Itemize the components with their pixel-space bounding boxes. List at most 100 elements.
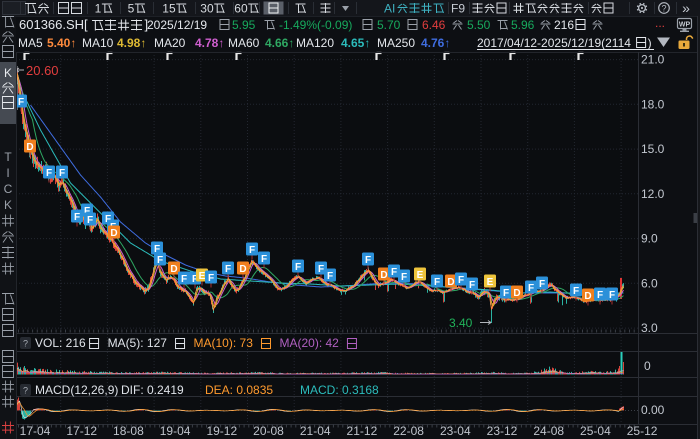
svg-text:F: F	[609, 290, 615, 301]
svg-text:F: F	[87, 215, 93, 226]
svg-text:20-08: 20-08	[253, 424, 284, 438]
svg-text:AI: AI	[384, 2, 395, 16]
svg-text:F: F	[74, 212, 80, 223]
svg-text:216: 216	[554, 18, 574, 32]
svg-text:5.40↑: 5.40↑	[47, 36, 76, 50]
svg-text:F: F	[469, 280, 475, 291]
svg-text:F: F	[528, 283, 534, 294]
svg-text:F: F	[318, 264, 324, 275]
svg-text:30: 30	[200, 2, 214, 16]
svg-text:D: D	[584, 291, 591, 302]
svg-text:F: F	[261, 254, 267, 265]
svg-text:15.0: 15.0	[641, 142, 665, 156]
svg-text:F: F	[503, 288, 509, 299]
svg-text:4.76↑: 4.76↑	[421, 36, 450, 50]
svg-text:4.98↑: 4.98↑	[117, 36, 146, 50]
svg-text:MACD: 0.3168: MACD: 0.3168	[300, 383, 379, 397]
svg-text:F: F	[401, 272, 407, 283]
svg-text:0: 0	[644, 359, 651, 373]
svg-text:T: T	[4, 150, 12, 164]
svg-text:24-08: 24-08	[533, 424, 564, 438]
svg-text:C: C	[4, 182, 13, 196]
svg-text:F: F	[327, 271, 333, 282]
svg-text:19-04: 19-04	[160, 424, 191, 438]
svg-text:2025/12/19: 2025/12/19	[147, 18, 207, 32]
svg-text:25-12: 25-12	[627, 424, 658, 438]
svg-text:I: I	[6, 166, 9, 180]
svg-text:F: F	[365, 255, 371, 266]
svg-text:F: F	[295, 262, 301, 273]
svg-text:6.0: 6.0	[641, 276, 658, 290]
svg-text:D: D	[26, 142, 33, 153]
svg-text:18.0: 18.0	[641, 97, 665, 111]
svg-text:K: K	[4, 198, 12, 212]
svg-text:F: F	[208, 273, 214, 284]
svg-text:5.70: 5.70	[377, 18, 401, 32]
svg-text:9.0: 9.0	[641, 232, 658, 246]
svg-text:MA(5): 127: MA(5): 127	[108, 336, 168, 350]
svg-text:?: ?	[23, 339, 28, 349]
svg-text:4.66↑: 4.66↑	[265, 36, 294, 50]
svg-text:DIF: 0.2419: DIF: 0.2419	[121, 383, 184, 397]
svg-text:F: F	[391, 267, 397, 278]
svg-text:MA(20): 42: MA(20): 42	[279, 336, 339, 350]
svg-text:D: D	[239, 264, 246, 275]
svg-text:F: F	[59, 168, 65, 179]
svg-text:25-04: 25-04	[580, 424, 611, 438]
svg-text:20.60: 20.60	[26, 63, 59, 78]
svg-text:D: D	[170, 264, 177, 275]
svg-text:F: F	[573, 286, 579, 297]
svg-text:0.00: 0.00	[641, 403, 665, 417]
svg-text:E: E	[417, 270, 424, 281]
svg-text:E: E	[199, 271, 206, 282]
svg-text:F: F	[157, 255, 163, 266]
svg-text:MACD(12,26,9): MACD(12,26,9)	[35, 383, 118, 397]
svg-text:WP: WP	[679, 22, 691, 29]
svg-text:601366.SH[: 601366.SH[	[19, 17, 88, 32]
svg-text:4.78↑: 4.78↑	[195, 36, 224, 50]
svg-text:17-12: 17-12	[66, 424, 97, 438]
svg-text:...: ...	[655, 16, 665, 30]
svg-text:DEA: 0.0835: DEA: 0.0835	[205, 383, 273, 397]
svg-text:MA120: MA120	[296, 36, 334, 50]
svg-text:4.65↑: 4.65↑	[341, 36, 370, 50]
svg-text:D: D	[380, 270, 387, 281]
svg-text:5.96: 5.96	[511, 18, 535, 32]
svg-text:F: F	[18, 97, 24, 108]
svg-text:F: F	[249, 245, 255, 256]
svg-text:12.0: 12.0	[641, 187, 665, 201]
svg-text:MA250: MA250	[377, 36, 415, 50]
svg-text:MA5: MA5	[18, 36, 43, 50]
svg-text:F: F	[434, 277, 440, 288]
svg-text:3.40: 3.40	[449, 316, 473, 330]
svg-text:F: F	[181, 274, 187, 285]
svg-text:F: F	[597, 290, 603, 301]
svg-text:17-04: 17-04	[20, 424, 51, 438]
svg-text:18-08: 18-08	[113, 424, 144, 438]
svg-text:E: E	[487, 277, 494, 288]
svg-text:MA(10): 73: MA(10): 73	[194, 336, 254, 350]
svg-text:): )	[648, 36, 652, 50]
svg-text:VOL: 216: VOL: 216	[35, 336, 86, 350]
svg-text:K: K	[4, 66, 12, 80]
svg-text:3.0: 3.0	[641, 321, 658, 335]
svg-text:19-12: 19-12	[206, 424, 237, 438]
svg-text:MA10: MA10	[82, 36, 114, 50]
svg-text:1: 1	[95, 2, 102, 16]
svg-text:5.95: 5.95	[232, 18, 256, 32]
svg-text:60: 60	[234, 2, 248, 16]
svg-text:F: F	[46, 168, 52, 179]
svg-text:?: ?	[23, 386, 28, 396]
svg-text:5.50: 5.50	[467, 18, 491, 32]
svg-text:21.0: 21.0	[641, 53, 665, 67]
svg-text:F: F	[225, 264, 231, 275]
svg-text:MA60: MA60	[228, 36, 260, 50]
svg-text:22-08: 22-08	[393, 424, 424, 438]
svg-text:MA20: MA20	[154, 36, 186, 50]
svg-text:D: D	[110, 228, 117, 239]
svg-text:F: F	[539, 279, 545, 290]
svg-text:2017/04/12-2025/12/19(2114: 2017/04/12-2025/12/19(2114	[477, 36, 631, 50]
svg-text:-1.49%(-0.09): -1.49%(-0.09)	[279, 18, 352, 32]
svg-text:5: 5	[128, 2, 135, 16]
svg-text:21-04: 21-04	[300, 424, 331, 438]
